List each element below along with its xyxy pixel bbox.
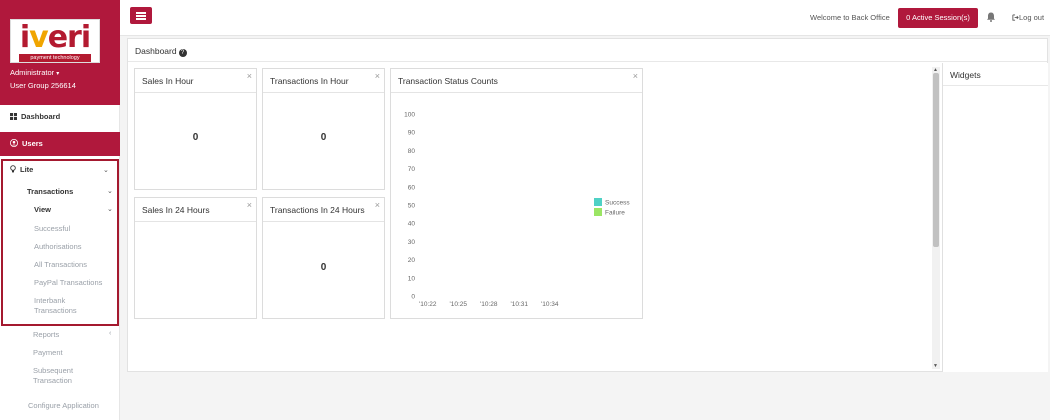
widgets-panel: Widgets (942, 63, 1048, 372)
scrollbar-thumb[interactable] (933, 73, 939, 247)
close-icon[interactable]: × (247, 71, 252, 81)
legend-item[interactable]: Success (594, 198, 630, 207)
menu-toggle-button[interactable] (130, 7, 152, 24)
legend-label: Failure (605, 210, 625, 217)
active-sessions-button[interactable]: 0 Active Session(s) (898, 8, 978, 28)
legend-item[interactable]: Failure (594, 208, 625, 217)
y-tick-label: 90 (408, 130, 416, 137)
nav-dashboard-label: Dashboard (21, 112, 61, 121)
panel-header: Transaction Status Counts × (391, 69, 642, 93)
welcome-text: Welcome to Back Office (810, 13, 890, 22)
brand-header: iveri payment technology Administrator ▾… (0, 0, 120, 105)
x-tick-label: '10:28 (480, 301, 498, 308)
nav-dashboard[interactable]: Dashboard (0, 112, 120, 126)
panel-transaction-status-counts: Transaction Status Counts × 0 10 20 30 40 50 6… (390, 68, 643, 319)
panel-transactions-in-24-hours: Transactions In 24 Hours × 0 (262, 197, 385, 319)
y-tick-label: 40 (408, 221, 416, 228)
dashboard-icon (10, 113, 17, 120)
y-tick-label: 30 (408, 239, 416, 246)
nav-payment[interactable]: Payment (33, 348, 63, 358)
x-tick-label: '10:25 (450, 301, 468, 308)
logout-link[interactable]: Log out (1012, 13, 1044, 22)
nav-all-transactions[interactable]: All Transactions (34, 260, 87, 270)
panel-header: Sales In Hour × (135, 69, 256, 93)
sign-out-icon (1012, 14, 1019, 21)
chevron-down-icon[interactable]: ⌄ (107, 205, 113, 213)
dashboard-main: Dashboard? Sales In Hour × 0 Transaction… (127, 38, 1048, 372)
y-tick-label: 70 (408, 166, 416, 173)
chevron-down-icon[interactable]: ⌄ (107, 187, 113, 195)
nav-view[interactable]: View (34, 205, 51, 215)
panel-transactions-in-hour: Transactions In Hour × 0 (262, 68, 385, 190)
panel-header: Sales In 24 Hours × (135, 198, 256, 222)
close-icon[interactable]: × (375, 200, 380, 210)
nav-successful[interactable]: Successful (34, 224, 70, 234)
nav-users-label: Users (22, 139, 43, 148)
nav-subsequent-transaction[interactable]: Subsequent Transaction (33, 366, 93, 386)
panel-sales-in-hour: Sales In Hour × 0 (134, 68, 257, 190)
bell-icon[interactable] (985, 11, 997, 23)
scroll-down-icon[interactable]: ▼ (933, 363, 938, 369)
chevron-down-icon[interactable]: ⌄ (103, 166, 109, 174)
user-group: User Group 256614 (10, 81, 76, 90)
y-tick-label: 0 (411, 294, 415, 301)
logo-wordmark: iveri (19, 20, 91, 55)
close-icon[interactable]: × (375, 71, 380, 81)
panel-value: 0 (192, 132, 199, 143)
legend-swatch (594, 198, 602, 206)
sidebar: iveri payment technology Administrator ▾… (0, 0, 120, 420)
panel-title: Transactions In 24 Hours (270, 205, 365, 215)
admin-label: Administrator (10, 68, 55, 77)
panel-title: Transaction Status Counts (398, 76, 498, 86)
help-icon[interactable]: ? (178, 49, 187, 57)
status-chart: 0 10 20 30 40 50 60 70 80 90 100 '10:22 '10:25 '10:28… (404, 112, 630, 309)
panel-sales-in-24-hours: Sales In 24 Hours × (134, 197, 257, 319)
iveri-logo[interactable]: iveri payment technology (10, 19, 100, 63)
x-tick-label: '10:34 (541, 301, 559, 308)
admin-dropdown[interactable]: Administrator ▾ User Group 256614 (10, 67, 76, 91)
panel-header: Transactions In Hour × (263, 69, 384, 93)
lightbulb-icon (10, 165, 16, 173)
chevron-left-icon[interactable]: ‹ (109, 330, 111, 337)
caret-down-icon: ▾ (56, 71, 60, 77)
y-tick-label: 60 (408, 184, 416, 191)
panel-value: 0 (320, 132, 327, 143)
top-bar: Welcome to Back Office 0 Active Session(… (120, 0, 1050, 36)
panel-header: Transactions In 24 Hours × (263, 198, 384, 222)
y-tick-label: 20 (408, 257, 416, 264)
widgets-divider (943, 85, 1048, 86)
content-scrollbar[interactable]: ▲ ▼ (932, 67, 940, 369)
logo-tagline: payment technology (19, 54, 91, 62)
panel-title: Sales In 24 Hours (142, 205, 210, 215)
nav-authorisations[interactable]: Authorisations (34, 242, 82, 252)
panel-title: Transactions In Hour (270, 76, 349, 86)
x-tick-label: '10:22 (419, 301, 437, 308)
legend-swatch (594, 208, 602, 216)
widgets-title: Widgets (950, 70, 981, 80)
x-tick-label: '10:31 (511, 301, 529, 308)
nav-configure-application[interactable]: Configure Application (28, 401, 99, 411)
nav-interbank-transactions[interactable]: Interbank Transactions (34, 296, 104, 316)
title-divider (128, 61, 1047, 62)
close-icon[interactable]: × (247, 200, 252, 210)
nav-lite-label: Lite (20, 165, 34, 174)
panel-title: Sales In Hour (142, 76, 194, 86)
nav-reports[interactable]: Reports (33, 330, 59, 340)
close-icon[interactable]: × (633, 71, 638, 81)
y-tick-label: 50 (408, 203, 416, 210)
logout-label: Log out (1019, 13, 1045, 22)
y-tick-label: 80 (408, 148, 416, 155)
user-icon (10, 139, 18, 147)
nav-users[interactable]: Users (0, 132, 120, 156)
y-tick-label: 10 (408, 275, 416, 282)
page-title-text: Dashboard (135, 46, 177, 56)
panel-value: 0 (320, 262, 327, 273)
nav-transactions[interactable]: Transactions (27, 187, 73, 197)
legend-label: Success (605, 200, 630, 207)
nav-paypal-transactions[interactable]: PayPal Transactions (34, 278, 102, 288)
y-tick-label: 100 (404, 112, 415, 119)
page-title: Dashboard? (135, 46, 187, 57)
nav-lite[interactable]: Lite (10, 165, 33, 175)
